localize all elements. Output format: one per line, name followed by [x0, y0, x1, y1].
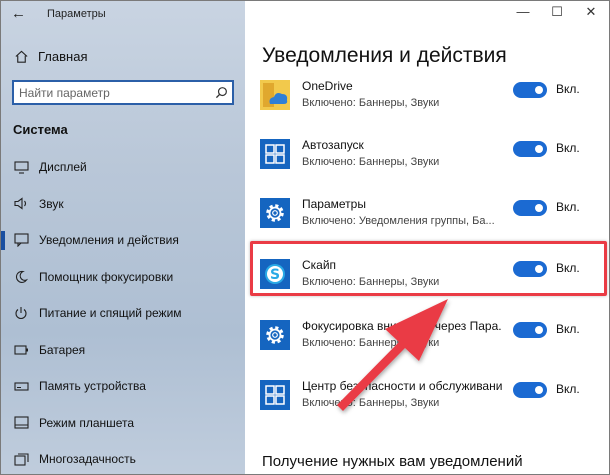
app-status: Включено: Баннеры, Звуки	[302, 337, 440, 349]
title-bar: ← Параметры	[1, 1, 245, 29]
app-row-autoplay[interactable]: Автозапуск Включено: Баннеры, Звуки Вкл.	[260, 135, 605, 181]
sidebar-item-label: Память устройства	[39, 379, 146, 394]
page-title: Уведомления и действия	[262, 44, 507, 67]
sidebar-item-focus-assist[interactable]: Помощник фокусировки	[1, 259, 245, 296]
app-row-onedrive[interactable]: OneDrive Включено: Баннеры, Звуки Вкл.	[260, 76, 605, 122]
storage-icon	[13, 378, 29, 394]
sidebar-item-tablet-mode[interactable]: Режим планшета	[1, 405, 245, 442]
power-icon	[13, 305, 29, 321]
settings-toggle[interactable]	[513, 200, 547, 216]
search-placeholder: Найти параметр	[19, 85, 110, 100]
security-center-toggle[interactable]	[513, 382, 547, 398]
sidebar: ← Параметры Главная Найти параметр Систе…	[1, 1, 245, 474]
action-center-icon	[260, 380, 290, 410]
highlight-box	[250, 241, 607, 296]
home-icon	[13, 48, 29, 64]
sidebar-item-label: Батарея	[39, 342, 86, 357]
toggle-label: Вкл.	[556, 200, 580, 214]
search-input[interactable]: Найти параметр	[12, 80, 234, 105]
app-name: Параметры	[302, 197, 366, 211]
section-heading: Получение нужных вам уведомлений	[262, 453, 523, 470]
app-name: OneDrive	[302, 79, 353, 93]
app-status: Включено: Баннеры, Звуки	[302, 397, 440, 409]
toggle-label: Вкл.	[556, 322, 580, 336]
sidebar-item-label: Звук	[39, 196, 64, 211]
onedrive-icon	[260, 80, 290, 110]
sidebar-item-label: Питание и спящий режим	[39, 306, 182, 321]
close-button[interactable]: ✕	[581, 5, 601, 19]
search-icon[interactable]	[210, 86, 232, 99]
sidebar-item-sound[interactable]: Звук	[1, 186, 245, 223]
sidebar-item-label: Дисплей	[39, 160, 87, 175]
back-arrow-icon[interactable]: ←	[11, 5, 31, 23]
toggle-label: Вкл.	[556, 382, 580, 396]
nav-home-label: Главная	[38, 48, 88, 64]
settings-gear-icon	[260, 320, 290, 350]
display-icon	[13, 159, 29, 175]
sidebar-item-label: Многозадачность	[39, 452, 136, 467]
sidebar-item-display[interactable]: Дисплей	[1, 149, 245, 186]
sidebar-item-battery[interactable]: Батарея	[1, 332, 245, 369]
moon-icon	[13, 269, 29, 285]
maximize-button[interactable]: ☐	[547, 5, 567, 19]
app-name: Фокусировка внимания через Пара...	[302, 319, 502, 333]
app-row-focus-assist[interactable]: Фокусировка внимания через Пара... Включ…	[260, 316, 605, 362]
sidebar-item-power[interactable]: Питание и спящий режим	[1, 295, 245, 332]
settings-gear-icon	[260, 198, 290, 228]
battery-icon	[13, 342, 29, 358]
app-name: Автозапуск	[302, 138, 364, 152]
autoplay-toggle[interactable]	[513, 141, 547, 157]
sidebar-item-notifications[interactable]: Уведомления и действия	[1, 222, 245, 259]
toggle-label: Вкл.	[556, 82, 580, 96]
autoplay-icon	[260, 139, 290, 169]
minimize-button[interactable]: —	[513, 5, 533, 19]
multitask-icon	[13, 451, 29, 467]
settings-window: ← Параметры Главная Найти параметр Систе…	[0, 0, 610, 475]
nav-home[interactable]: Главная	[13, 45, 87, 67]
sidebar-item-storage[interactable]: Память устройства	[1, 368, 245, 405]
app-status: Включено: Уведомления группы, Ба...	[302, 215, 495, 227]
main-panel: — ☐ ✕ Уведомления и действия OneDrive Вк…	[245, 1, 609, 474]
app-row-settings[interactable]: Параметры Включено: Уведомления группы, …	[260, 194, 605, 240]
app-row-security-center[interactable]: Центр безопасности и обслуживания Включе…	[260, 376, 605, 422]
app-name: Центр безопасности и обслуживания	[302, 379, 502, 393]
onedrive-toggle[interactable]	[513, 82, 547, 98]
sidebar-item-label: Режим планшета	[39, 415, 135, 430]
sidebar-item-multitasking[interactable]: Многозадачность	[1, 441, 245, 474]
app-status: Включено: Баннеры, Звуки	[302, 97, 440, 109]
tablet-icon	[13, 415, 29, 431]
section-title: Система	[13, 122, 68, 137]
app-status: Включено: Баннеры, Звуки	[302, 156, 440, 168]
toggle-label: Вкл.	[556, 141, 580, 155]
nav-list: Дисплей Звук Уведомления и действия Помо…	[1, 149, 245, 474]
sidebar-item-label: Уведомления и действия	[39, 233, 179, 248]
speaker-icon	[13, 196, 29, 212]
window-title: Параметры	[47, 8, 106, 20]
sidebar-item-label: Помощник фокусировки	[39, 269, 174, 284]
focus-assist-toggle[interactable]	[513, 322, 547, 338]
notifications-icon	[13, 232, 29, 248]
